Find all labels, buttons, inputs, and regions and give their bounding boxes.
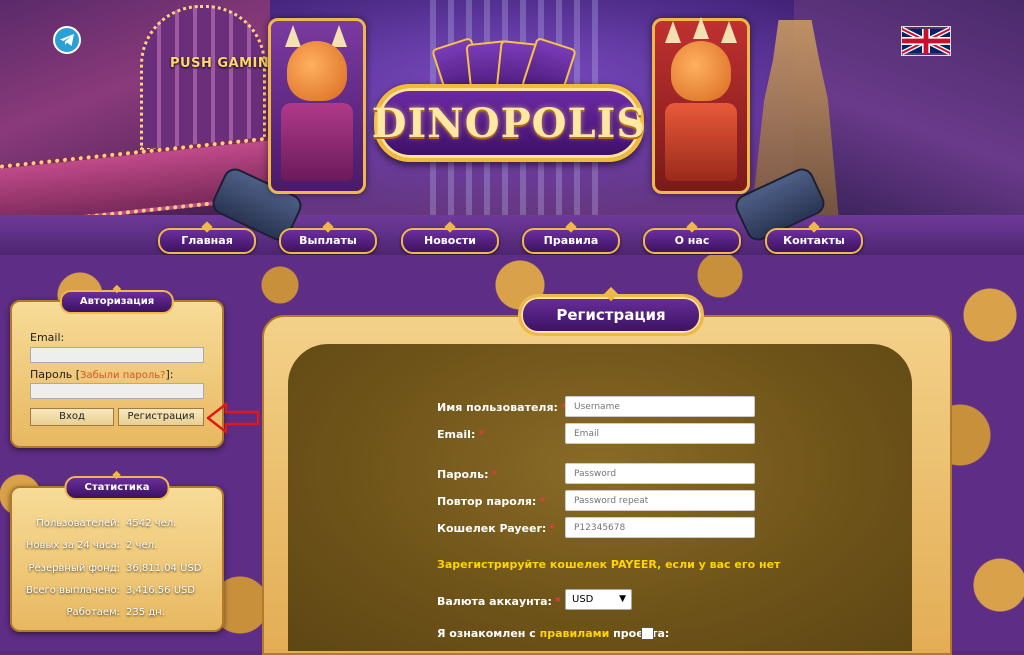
stat-key: Пользователей: (36, 518, 120, 529)
push-gaming-sign: PUSH GAMING (170, 56, 281, 71)
telegram-icon[interactable] (53, 26, 81, 54)
stats-row: Новых за 24 часа: 2 чел. (12, 540, 222, 554)
agree-terms-label: Я ознакомлен с правилами проекта: (437, 627, 669, 640)
currency-label-text: Валюта аккаунта: (437, 595, 552, 608)
agree-suffix: проекта: (609, 627, 670, 640)
main-nav: Главная Выплаты Новости Правила О нас Ко… (158, 228, 864, 254)
logo-plate: DINOPOLIS (371, 84, 647, 162)
nav-about[interactable]: О нас (643, 228, 741, 254)
stats-row: Пользователей: 4542 чел. (12, 518, 222, 532)
dinopolis-logo[interactable]: DINOPOLIS (372, 36, 645, 168)
stats-panel: Статистика Пользователей: 4542 чел. Новы… (10, 476, 224, 632)
dino-character-right (652, 17, 750, 194)
password-repeat-label-text: Повтор пароля: (437, 495, 537, 508)
nav-home[interactable]: Главная (158, 228, 256, 254)
username-label-text: Имя пользователя: (437, 401, 558, 414)
login-email-input[interactable] (30, 347, 204, 363)
stat-value: 36,811.04 USD (126, 563, 202, 574)
stat-key: Всего выплачено: (26, 585, 120, 596)
stat-key: Работаем: (66, 607, 120, 618)
payeer-wallet-label: Кошелек Payeer: * (437, 522, 555, 535)
nav-rules[interactable]: Правила (522, 228, 620, 254)
payeer-register-link[interactable]: Зарегистрируйте кошелек PAYEER, если у в… (437, 558, 780, 571)
uk-flag-icon[interactable] (901, 26, 951, 56)
email-label: Email: (30, 331, 65, 344)
required-marker: * (491, 468, 498, 481)
dino-character-left (268, 18, 366, 194)
email-label-text: Email: (437, 428, 476, 441)
password-input[interactable] (565, 463, 755, 484)
red-arrow-icon (206, 402, 260, 434)
agree-prefix: Я ознакомлен с (437, 627, 540, 640)
email-label: Email: * (437, 428, 484, 441)
casino-dome (140, 5, 266, 151)
logo-cards (430, 36, 578, 100)
agree-terms-checkbox[interactable] (641, 627, 654, 640)
password-label: Пароль [Забыли пароль?]: (30, 368, 173, 381)
password-label: Пароль: * (437, 468, 497, 481)
stats-row: Резервный фонд: 36,811.04 USD (12, 563, 222, 577)
stat-value: 235 дн. (126, 607, 165, 618)
stats-row: Всего выплачено: 3,416.56 USD (12, 585, 222, 599)
currency-label: Валюта аккаунта: * (437, 595, 561, 608)
stat-value: 2 чел. (126, 540, 158, 551)
password-label-prefix: Пароль [ (30, 368, 81, 381)
stats-panel-title: Статистика (64, 476, 170, 500)
required-marker: * (549, 522, 556, 535)
password-label-text: Пароль: (437, 468, 489, 481)
paper-plane-icon (60, 34, 74, 46)
required-marker: * (554, 595, 561, 608)
logo-text: DINOPOLIS (371, 99, 647, 147)
username-input[interactable] (565, 396, 755, 417)
required-marker: * (478, 428, 485, 441)
payeer-wallet-input[interactable] (565, 517, 755, 538)
email-input[interactable] (565, 423, 755, 444)
stats-row: Работаем: 235 дн. (12, 607, 222, 621)
stat-value: 3,416.56 USD (126, 585, 196, 596)
login-button[interactable]: Вход (30, 408, 114, 426)
nav-payouts[interactable]: Выплаты (279, 228, 377, 254)
hero-banner: PUSH GAMING DINOPOLIS Главная Выплаты Но… (0, 0, 1024, 255)
payeer-wallet-label-text: Кошелек Payeer: (437, 522, 547, 535)
password-repeat-input[interactable] (565, 490, 755, 511)
password-repeat-label: Повтор пароля: * (437, 495, 545, 508)
registration-title: Регистрация (518, 294, 704, 336)
rules-link[interactable]: правилами (540, 627, 610, 640)
username-label: Имя пользователя: * (437, 401, 567, 414)
currency-select[interactable]: USD ▼ (565, 589, 632, 610)
register-button[interactable]: Регистрация (118, 408, 204, 426)
chevron-down-icon: ▼ (619, 594, 626, 604)
stat-key: Новых за 24 часа: (25, 540, 120, 551)
stat-key: Резервный фонд: (28, 563, 121, 574)
login-password-input[interactable] (30, 383, 204, 399)
required-marker: * (539, 495, 546, 508)
forgot-password-link[interactable]: Забыли пароль? (80, 370, 165, 381)
nav-news[interactable]: Новости (401, 228, 499, 254)
currency-value: USD (572, 594, 594, 605)
auth-panel-title: Авторизация (59, 290, 175, 314)
password-label-suffix: ]: (165, 368, 174, 381)
nav-contacts[interactable]: Контакты (765, 228, 863, 254)
stat-value: 4542 чел. (126, 518, 177, 529)
